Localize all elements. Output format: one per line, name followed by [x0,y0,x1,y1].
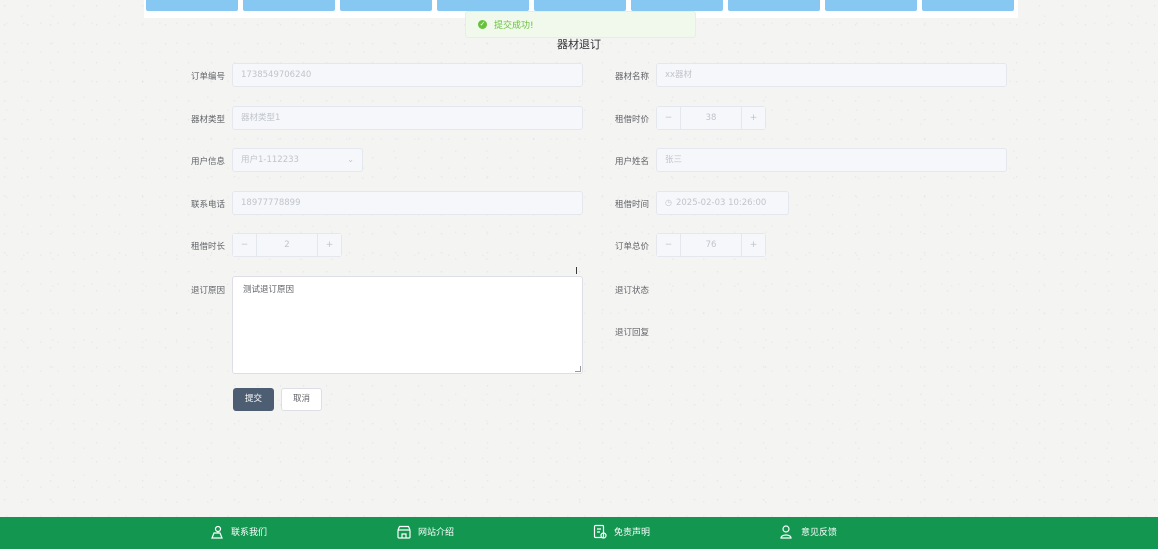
footer-disclaimer-link[interactable]: 免责声明 [592,517,650,546]
resize-grip-icon[interactable] [575,366,581,372]
document-icon [593,524,607,539]
submit-button[interactable]: 提交 [233,388,274,411]
equipment-name-label: 器材名称 [615,72,650,82]
equipment-name-field[interactable]: xx器材 [656,63,1007,87]
rental-price-label: 租借时价 [615,115,650,125]
rental-price-decrement-button[interactable]: − [657,107,681,129]
rental-duration-value: 2 [284,240,290,250]
user-feedback-icon [780,524,792,539]
rental-price-stepper[interactable]: − 38 + [656,106,766,130]
check-circle-icon: ✓ [478,20,487,29]
user-info-value: 用户1-112233 [241,155,299,165]
nav-tab-3[interactable] [340,0,432,11]
footer-about-link[interactable]: 网站介绍 [396,517,454,546]
rental-time-value: 2025-02-03 10:26:00 [675,198,767,208]
cancel-reply-label: 退订回复 [615,328,650,338]
nav-tab-6[interactable] [631,0,723,11]
nav-tab-9[interactable] [922,0,1014,11]
nav-tab-2[interactable] [243,0,335,11]
page-title: 器材退订 [557,38,601,51]
order-no-field[interactable]: 1738549706240 [232,63,583,87]
nav-tab-8[interactable] [825,0,917,11]
rental-price-value: 38 [705,113,717,123]
cancel-status-label: 退订状态 [615,286,650,296]
cancel-reason-text: 测试退订原因 [243,285,295,295]
toast-message: 提交成功! [494,21,534,31]
cancel-reason-textarea[interactable]: 测试退订原因 [232,276,583,374]
user-info-select[interactable]: 用户1-112233 ⌄ [232,148,363,172]
user-info-label: 用户信息 [191,157,226,167]
success-toast: ✓ 提交成功! [465,11,696,38]
footer: 联系我们 网站介绍 免责声明 意见反馈 [0,517,1158,549]
total-price-value: 76 [705,240,717,250]
footer-feedback-label: 意见反馈 [801,528,838,538]
contact-icon [211,525,223,539]
order-no-label: 订单编号 [191,72,226,82]
rental-duration-label: 租借时长 [191,242,226,252]
rental-time-picker[interactable]: ◷ 2025-02-03 10:26:00 [656,191,789,215]
total-price-decrement-button[interactable]: − [657,234,681,256]
user-name-label: 用户姓名 [615,157,650,167]
phone-field[interactable]: 18977778899 [232,191,583,215]
rental-duration-stepper[interactable]: − 2 + [232,233,342,257]
rental-duration-increment-button[interactable]: + [317,234,341,256]
nav-tab-7[interactable] [728,0,820,11]
cancel-button[interactable]: 取消 [281,388,322,411]
cancel-reason-label: 退订原因 [191,286,226,296]
rental-price-increment-button[interactable]: + [741,107,765,129]
footer-disclaimer-label: 免责声明 [614,528,651,538]
rental-time-label: 租借时间 [615,200,650,210]
text-cursor-icon: I [575,266,578,277]
nav-tab-1[interactable] [146,0,238,11]
rental-duration-decrement-button[interactable]: − [233,234,257,256]
user-name-field[interactable]: 张三 [656,148,1007,172]
footer-about-label: 网站介绍 [418,528,455,538]
nav-tab-4[interactable] [437,0,529,11]
footer-contact-label: 联系我们 [231,528,268,538]
total-price-stepper[interactable]: − 76 + [656,233,766,257]
equipment-type-field[interactable]: 器材类型1 [232,106,583,130]
clock-icon: ◷ [665,198,672,207]
footer-feedback-link[interactable]: 意见反馈 [779,517,837,546]
footer-contact-link[interactable]: 联系我们 [209,517,267,546]
phone-label: 联系电话 [191,200,226,210]
total-price-increment-button[interactable]: + [741,234,765,256]
nav-tab-5[interactable] [534,0,626,11]
total-price-label: 订单总价 [615,242,650,252]
chevron-down-icon: ⌄ [347,155,354,164]
equipment-type-label: 器材类型 [191,115,226,125]
store-icon [397,525,411,539]
